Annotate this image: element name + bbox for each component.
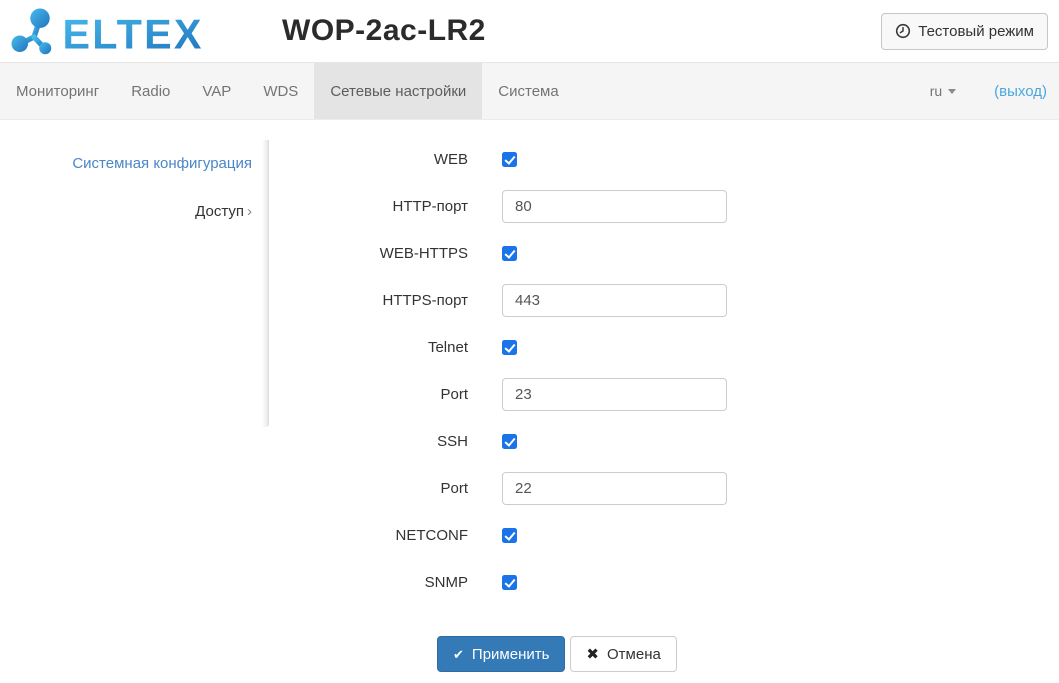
apply-label: Применить <box>472 646 550 663</box>
page-title: WOP-2ac-LR2 <box>282 14 486 48</box>
chevron-right-icon: › <box>247 203 252 220</box>
header: ELTEX WOP-2ac-LR2 Тестовый режим <box>0 0 1059 62</box>
snmp-checkbox[interactable] <box>502 575 517 590</box>
cancel-label: Отмена <box>607 646 661 663</box>
ssh-checkbox[interactable] <box>502 434 517 449</box>
https-port-label: HTTPS-порт <box>268 292 468 309</box>
http-port-label: HTTP-порт <box>268 198 468 215</box>
form-row-ssh-port: Port <box>268 471 1059 505</box>
web-checkbox[interactable] <box>502 152 517 167</box>
form-row-web: WEB <box>268 142 1059 176</box>
ssh-port-input[interactable] <box>502 472 727 505</box>
http-port-input[interactable] <box>502 190 727 223</box>
form-row-web-https: WEB-HTTPS <box>268 236 1059 270</box>
telnet-label: Telnet <box>268 339 468 356</box>
form-row-netconf: NETCONF <box>268 518 1059 552</box>
test-mode-button[interactable]: Тестовый режим <box>881 13 1048 50</box>
tab-network-settings[interactable]: Сетевые настройки <box>314 63 482 119</box>
navbar: МониторингRadioVAPWDSСетевые настройкиСи… <box>0 62 1059 120</box>
form-row-https-port: HTTPS-порт <box>268 283 1059 317</box>
language-selector[interactable]: ru <box>930 83 956 99</box>
form-row-snmp: SNMP <box>268 565 1059 599</box>
sidebar-item-system-configuration[interactable]: Системная конфигурация <box>0 155 252 172</box>
tab-monitoring[interactable]: Мониторинг <box>0 63 115 119</box>
sidebar-item-label: Доступ <box>195 203 244 220</box>
check-icon: ✔ <box>453 648 464 661</box>
content: Системная конфигурация Доступ› WEB HTTP-по… <box>0 120 1059 683</box>
snmp-label: SNMP <box>268 574 468 591</box>
telnet-port-label: Port <box>268 386 468 403</box>
nav-tabs: МониторингRadioVAPWDSСетевые настройкиСи… <box>0 63 575 119</box>
test-mode-label: Тестовый режим <box>918 23 1034 40</box>
form-row-ssh: SSH <box>268 424 1059 458</box>
web-label: WEB <box>268 151 468 168</box>
logout-link[interactable]: (выход) <box>994 83 1047 100</box>
access-settings-form: WEB HTTP-порт WEB-HTTPS HTTPS-порт Telnet Por… <box>268 120 1059 683</box>
form-row-http-port: HTTP-порт <box>268 189 1059 223</box>
x-icon: ✖ <box>586 647 599 662</box>
web-https-label: WEB-HTTPS <box>268 245 468 262</box>
sidebar-item-access[interactable]: Доступ› <box>0 203 252 220</box>
cancel-button[interactable]: ✖ Отмена <box>570 636 676 672</box>
caret-down-icon <box>948 89 956 94</box>
ssh-port-label: Port <box>268 480 468 497</box>
apply-button[interactable]: ✔ Применить <box>437 636 565 672</box>
tab-radio[interactable]: Radio <box>115 63 186 119</box>
form-row-telnet: Telnet <box>268 330 1059 364</box>
eltex-logo: ELTEX <box>10 7 232 55</box>
netconf-label: NETCONF <box>268 527 468 544</box>
form-actions: ✔ Применить ✖ Отмена <box>437 636 1059 672</box>
tab-wds[interactable]: WDS <box>247 63 314 119</box>
sidebar-item-label: Системная конфигурация <box>72 155 252 172</box>
sidebar: Системная конфигурация Доступ› <box>0 120 268 683</box>
navbar-right: ru (выход) <box>930 63 1059 119</box>
ssh-label: SSH <box>268 433 468 450</box>
form-rows: WEB HTTP-порт WEB-HTTPS HTTPS-порт Telnet Por… <box>268 142 1059 599</box>
telnet-port-input[interactable] <box>502 378 727 411</box>
telnet-checkbox[interactable] <box>502 340 517 355</box>
https-port-input[interactable] <box>502 284 727 317</box>
form-row-telnet-port: Port <box>268 377 1059 411</box>
netconf-checkbox[interactable] <box>502 528 517 543</box>
sidebar-divider <box>262 140 269 427</box>
tab-vap[interactable]: VAP <box>186 63 247 119</box>
page: ELTEX WOP-2ac-LR2 Тестовый режим Монитор… <box>0 0 1059 683</box>
brand-text: ELTEX <box>63 11 204 55</box>
tab-system[interactable]: Система <box>482 63 574 119</box>
language-value: ru <box>930 83 942 99</box>
clock-icon <box>895 23 911 39</box>
eltex-molecule-icon: ELTEX <box>10 7 232 55</box>
web-https-checkbox[interactable] <box>502 246 517 261</box>
